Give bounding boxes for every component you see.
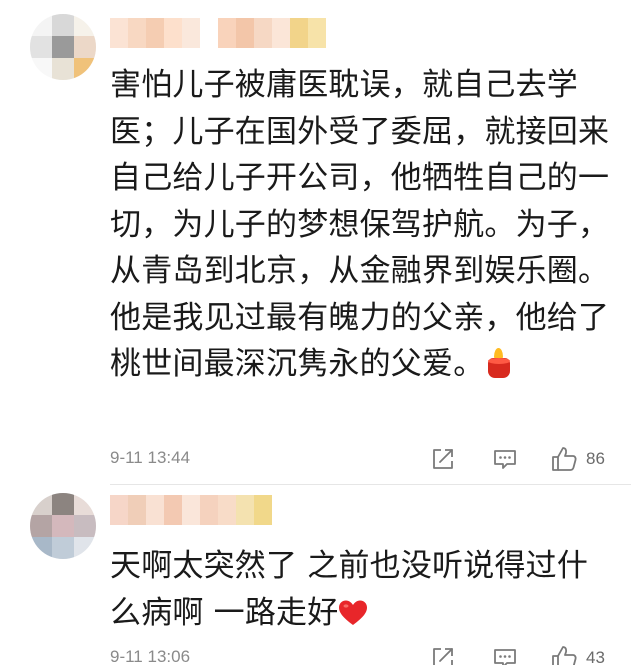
avatar-pixel xyxy=(74,36,96,58)
username-pixel xyxy=(110,495,128,525)
avatar[interactable] xyxy=(30,493,96,559)
like-count: 43 xyxy=(586,648,605,665)
username-pixel xyxy=(182,495,200,525)
username-pixel xyxy=(128,18,146,48)
username-pixel xyxy=(308,18,326,48)
comment-icon xyxy=(494,450,516,469)
comment-timestamp: 9-11 13:06 xyxy=(110,647,191,665)
username-pixel xyxy=(236,18,254,48)
username-blurred[interactable] xyxy=(110,495,272,525)
username-pixel xyxy=(254,495,272,525)
comment-meta: 9-11 13:06 43 xyxy=(110,643,631,665)
avatar-pixel xyxy=(30,58,52,80)
avatar-pixel xyxy=(52,515,74,537)
avatar-pixel xyxy=(74,537,96,559)
comment-item: 害怕儿子被庸医耽误，就自己去学医；儿子在国外受了委屈，就接回来自己给儿子开公司，… xyxy=(0,0,631,484)
share-button[interactable] xyxy=(430,444,456,474)
comment-text-content: 害怕儿子被庸医耽误，就自己去学医；儿子在国外受了委屈，就接回来自己给儿子开公司，… xyxy=(110,67,610,382)
comment-meta: 9-11 13:44 86 xyxy=(110,444,631,474)
share-icon xyxy=(433,648,453,665)
username-pixel xyxy=(218,18,236,48)
like-button[interactable]: 43 xyxy=(550,643,605,665)
thumbs-up-icon xyxy=(552,646,577,665)
share-button[interactable] xyxy=(430,643,456,665)
avatar[interactable] xyxy=(30,14,96,80)
avatar-pixel xyxy=(74,58,96,80)
comment-icon xyxy=(494,649,516,665)
username-pixel xyxy=(218,495,236,525)
username-pixel xyxy=(164,495,182,525)
share-icon xyxy=(433,449,453,469)
candle-emoji xyxy=(486,348,512,378)
reply-button[interactable] xyxy=(492,444,518,474)
avatar-pixel xyxy=(30,36,52,58)
username-pixel xyxy=(254,18,272,48)
reply-button[interactable] xyxy=(492,643,518,665)
username-pixel xyxy=(146,495,164,525)
comment-list: 害怕儿子被庸医耽误，就自己去学医；儿子在国外受了委屈，就接回来自己给儿子开公司，… xyxy=(0,0,631,665)
username-pixel xyxy=(164,18,182,48)
username-blurred[interactable] xyxy=(110,18,326,48)
avatar-pixel xyxy=(52,58,74,80)
username-pixel xyxy=(128,495,146,525)
comment-text: 害怕儿子被庸医耽误，就自己去学医；儿子在国外受了委屈，就接回来自己给儿子开公司，… xyxy=(110,62,610,388)
like-button[interactable]: 86 xyxy=(550,444,605,474)
avatar-pixel xyxy=(52,36,74,58)
username-pixel xyxy=(200,18,218,48)
avatar-pixel xyxy=(74,14,96,36)
avatar-pixel xyxy=(52,493,74,515)
username-pixel xyxy=(200,495,218,525)
avatar-pixel xyxy=(52,537,74,559)
avatar-pixel xyxy=(30,14,52,36)
heart-emoji xyxy=(339,600,368,625)
username-pixel xyxy=(272,18,290,48)
comment-item: 天啊太突然了 之前也没听说得过什么病啊 一路走好 9-11 13:06 43 xyxy=(0,485,631,665)
avatar-pixel xyxy=(74,493,96,515)
avatar-pixel xyxy=(30,493,52,515)
username-pixel xyxy=(290,18,308,48)
username-pixel xyxy=(182,18,200,48)
avatar-pixel xyxy=(74,515,96,537)
username-pixel xyxy=(110,18,128,48)
username-pixel xyxy=(236,495,254,525)
comment-text: 天啊太突然了 之前也没听说得过什么病啊 一路走好 xyxy=(110,543,610,636)
like-count: 86 xyxy=(586,449,605,468)
comment-timestamp: 9-11 13:44 xyxy=(110,448,191,467)
avatar-pixel xyxy=(30,515,52,537)
username-pixel xyxy=(146,18,164,48)
avatar-pixel xyxy=(30,537,52,559)
thumbs-up-icon xyxy=(552,447,577,471)
avatar-pixel xyxy=(52,14,74,36)
